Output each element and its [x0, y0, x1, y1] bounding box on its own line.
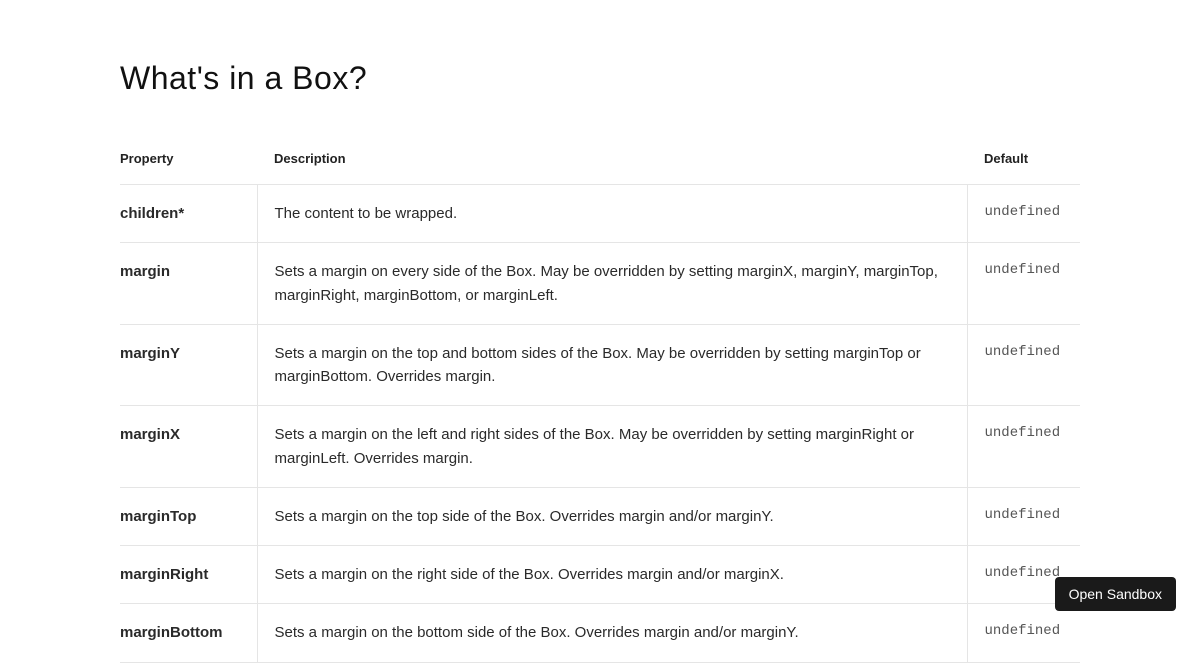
prop-default: undefined — [967, 487, 1080, 545]
prop-description: Sets a margin on the left and right side… — [257, 406, 967, 488]
col-header-default: Default — [967, 133, 1080, 185]
section-heading: What's in a Box? — [120, 60, 1080, 97]
prop-name: children* — [120, 185, 257, 243]
props-table: Property Description Default children* T… — [120, 133, 1080, 663]
prop-name: marginX — [120, 406, 257, 488]
table-header-row: Property Description Default — [120, 133, 1080, 185]
prop-default: undefined — [967, 324, 1080, 406]
prop-description: Sets a margin on the top side of the Box… — [257, 487, 967, 545]
col-header-description: Description — [257, 133, 967, 185]
prop-name: margin — [120, 243, 257, 325]
prop-description: Sets a margin on every side of the Box. … — [257, 243, 967, 325]
prop-description: Sets a margin on the right side of the B… — [257, 546, 967, 604]
prop-name: marginBottom — [120, 604, 257, 662]
prop-default: undefined — [967, 243, 1080, 325]
table-row: marginTop Sets a margin on the top side … — [120, 487, 1080, 545]
open-sandbox-button[interactable]: Open Sandbox — [1055, 577, 1176, 611]
prop-description: Sets a margin on the top and bottom side… — [257, 324, 967, 406]
prop-name: marginY — [120, 324, 257, 406]
prop-default: undefined — [967, 604, 1080, 662]
table-row: marginX Sets a margin on the left and ri… — [120, 406, 1080, 488]
prop-description: Sets a margin on the bottom side of the … — [257, 604, 967, 662]
table-row: children* The content to be wrapped. und… — [120, 185, 1080, 243]
prop-default: undefined — [967, 185, 1080, 243]
col-header-property: Property — [120, 133, 257, 185]
table-row: margin Sets a margin on every side of th… — [120, 243, 1080, 325]
table-row: marginY Sets a margin on the top and bot… — [120, 324, 1080, 406]
prop-name: marginTop — [120, 487, 257, 545]
prop-default: undefined — [967, 406, 1080, 488]
prop-description: The content to be wrapped. — [257, 185, 967, 243]
table-row: marginRight Sets a margin on the right s… — [120, 546, 1080, 604]
table-row: marginBottom Sets a margin on the bottom… — [120, 604, 1080, 662]
prop-name: marginRight — [120, 546, 257, 604]
